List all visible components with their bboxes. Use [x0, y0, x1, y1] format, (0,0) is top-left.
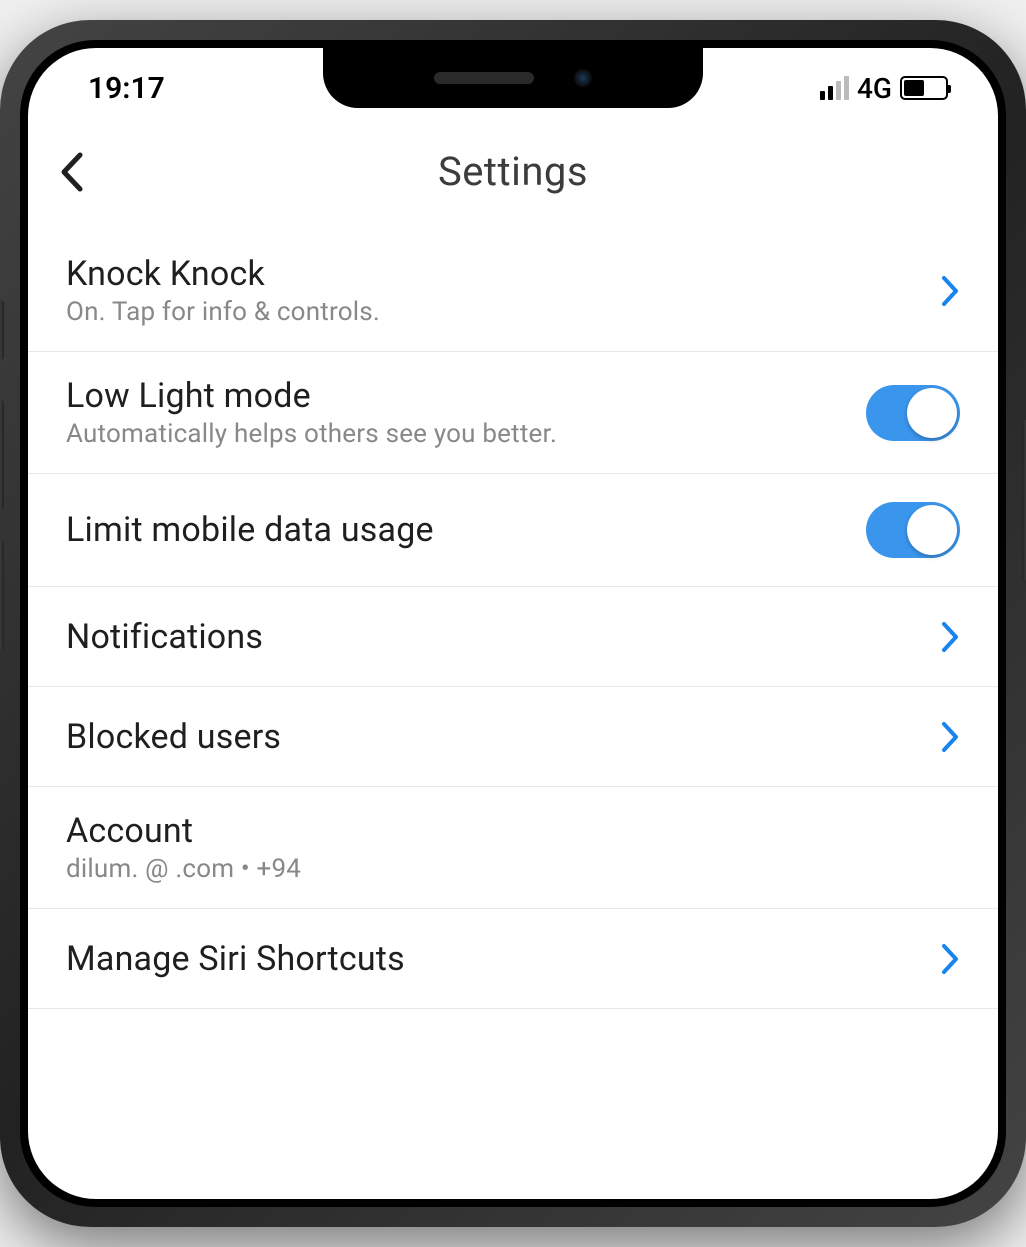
settings-list: Knock Knock On. Tap for info & controls.…	[28, 230, 998, 1009]
setting-low-light-mode: Low Light mode Automatically helps other…	[28, 352, 998, 474]
page-title: Settings	[438, 148, 588, 195]
network-type-label: 4G	[857, 72, 892, 105]
battery-icon	[900, 76, 948, 100]
setting-item-title: Notifications	[66, 617, 263, 657]
setting-notifications[interactable]: Notifications	[28, 587, 998, 687]
setting-account[interactable]: Account dilum. @ .com • +94	[28, 787, 998, 909]
low-light-mode-toggle[interactable]	[866, 385, 960, 441]
chevron-right-icon	[940, 942, 960, 976]
setting-item-title: Limit mobile data usage	[66, 510, 434, 550]
setting-item-subtitle: Automatically helps others see you bette…	[66, 419, 557, 449]
setting-item-title: Blocked users	[66, 717, 281, 757]
back-button[interactable]	[58, 151, 84, 197]
limit-mobile-data-toggle[interactable]	[866, 502, 960, 558]
chevron-right-icon	[940, 620, 960, 654]
chevron-right-icon	[940, 720, 960, 754]
phone-notch	[323, 48, 703, 108]
setting-limit-mobile-data: Limit mobile data usage	[28, 474, 998, 587]
chevron-right-icon	[940, 274, 960, 308]
setting-knock-knock[interactable]: Knock Knock On. Tap for info & controls.	[28, 230, 998, 352]
setting-item-title: Account	[66, 811, 301, 851]
signal-icon	[820, 76, 849, 100]
setting-item-title: Knock Knock	[66, 254, 380, 294]
setting-manage-siri-shortcuts[interactable]: Manage Siri Shortcuts	[28, 909, 998, 1009]
setting-item-title: Manage Siri Shortcuts	[66, 939, 405, 979]
status-time: 19:17	[68, 71, 165, 106]
setting-blocked-users[interactable]: Blocked users	[28, 687, 998, 787]
navigation-header: Settings	[28, 118, 998, 230]
setting-item-subtitle: dilum. @ .com • +94	[66, 854, 301, 884]
setting-item-subtitle: On. Tap for info & controls.	[66, 297, 380, 327]
chevron-left-icon	[58, 151, 84, 193]
setting-item-title: Low Light mode	[66, 376, 557, 416]
